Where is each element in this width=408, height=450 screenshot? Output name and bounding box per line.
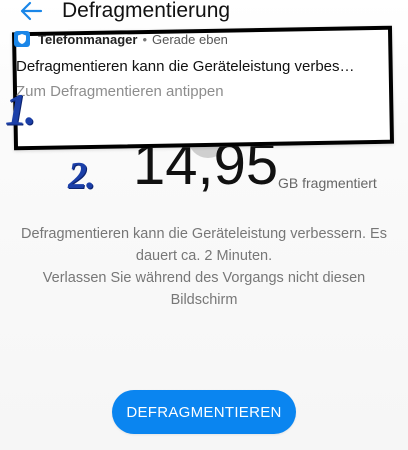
defragmentation-screen: Defragmentierung 14,95 GB fragmentiert T… [0, 0, 408, 450]
notification-header: Telefonmanager • Gerade eben [14, 31, 228, 47]
shield-icon [14, 31, 30, 47]
defragment-button[interactable]: DEFRAGMENTIEREN [112, 390, 296, 434]
description-line-1: Defragmentieren kann die Geräteleistung … [21, 226, 387, 264]
notification-time: Gerade eben [152, 31, 228, 47]
notification-action-text: Zum Defragmentieren antippen [16, 83, 224, 100]
annotation-number-2: 2. [68, 155, 95, 197]
notification-separator: • [142, 31, 148, 47]
back-arrow-icon [20, 1, 43, 21]
page-title: Defragmentierung [62, 0, 231, 22]
description-text: Defragmentieren kann die Geräteleistung … [12, 223, 396, 311]
description-line-2: Verlassen Sie während des Vorgangs nicht… [42, 270, 366, 308]
notification-app-name: Telefonmanager [38, 31, 138, 47]
fragmented-size-unit: GB fragmentiert [278, 175, 377, 191]
back-button[interactable] [14, 0, 48, 26]
notification-message: Defragmentieren kann die Geräteleistung … [16, 58, 361, 75]
